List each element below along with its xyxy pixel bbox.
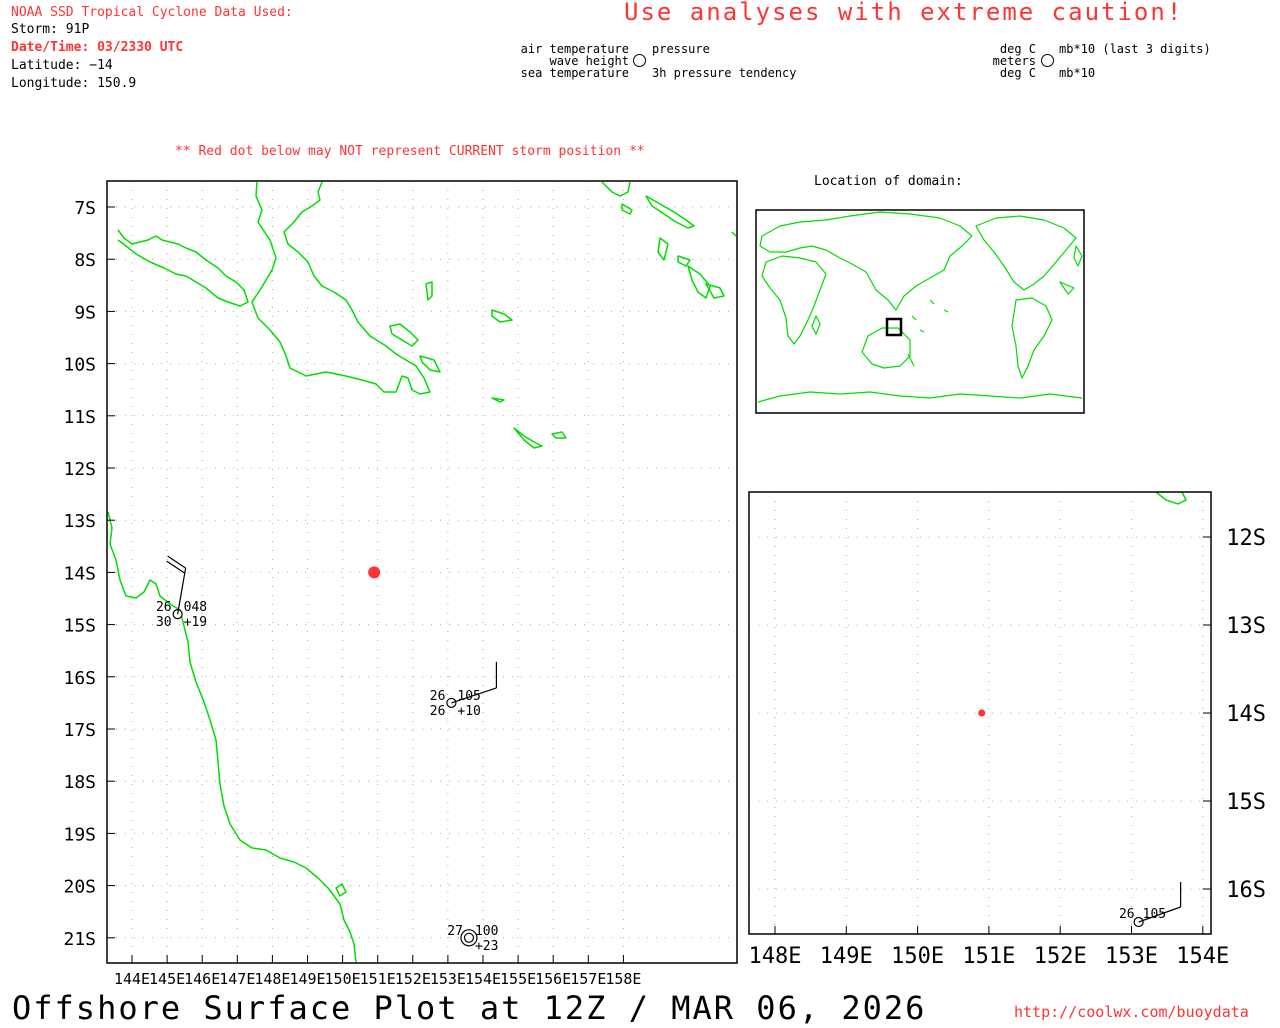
- zoom-lon-tick-label: 152E: [1034, 944, 1087, 969]
- lat-tick-label: 7S: [74, 198, 96, 219]
- lat-tick-label: 9S: [74, 302, 96, 323]
- lon-tick-label: 147E: [219, 970, 255, 988]
- zoom-lat-tick-label: 12S: [1226, 526, 1266, 551]
- storm-position-marker: [368, 566, 381, 579]
- station-plot: 2626 105+10: [430, 661, 498, 719]
- zoom-lat-tick-label: 13S: [1226, 614, 1266, 639]
- station-pressure: 105: [457, 689, 480, 704]
- station-tendency: +19: [184, 615, 207, 630]
- zoom-station-air-temp: 26: [1119, 907, 1135, 922]
- lon-tick-label: 152E: [395, 970, 431, 988]
- lat-tick-label: 14S: [63, 563, 96, 584]
- zoom-map: 148E 149E 150E 151E 152E 153E 154E 12S 13S 14S 15…: [748, 491, 1266, 969]
- lat-tick-label: 11S: [63, 407, 96, 428]
- zoom-lat-tick-label: 15S: [1226, 790, 1266, 815]
- lon-tick-label: 158E: [605, 970, 641, 988]
- lon-tick-label: 144E: [114, 970, 150, 988]
- lat-tick-label: 19S: [63, 824, 96, 845]
- lat-tick-label: 21S: [63, 929, 96, 950]
- zoom-lon-tick-label: 148E: [749, 944, 802, 969]
- lon-tick-label: 149E: [289, 970, 325, 988]
- lat-tick-label: 15S: [63, 616, 96, 637]
- lat-tick-label: 13S: [63, 511, 96, 532]
- zoom-coastline: [1155, 491, 1188, 505]
- lat-tick-label: 17S: [63, 720, 96, 741]
- zoom-lon-tick-label: 151E: [962, 944, 1015, 969]
- zoom-storm-marker: [978, 709, 986, 717]
- lat-tick-label: 20S: [63, 877, 96, 898]
- station-tendency: +10: [457, 704, 480, 719]
- station-pressure: 048: [184, 600, 207, 615]
- zoom-lon-tick-label: 149E: [820, 944, 873, 969]
- lon-tick-label: 151E: [360, 970, 396, 988]
- zoom-lat-tick-label: 16S: [1226, 878, 1266, 903]
- lat-tick-label: 10S: [63, 355, 96, 376]
- lon-tick-label: 154E: [465, 970, 501, 988]
- station-air-temp: 27: [447, 924, 463, 939]
- lon-tick-label: 145E: [149, 970, 185, 988]
- wind-barb-feather: [166, 560, 185, 574]
- lon-tick-label: 148E: [254, 970, 290, 988]
- lon-tick-label: 156E: [535, 970, 571, 988]
- wind-barb-feather: [167, 555, 186, 569]
- lat-tick-label: 8S: [74, 250, 96, 271]
- lon-tick-label: 153E: [430, 970, 466, 988]
- lon-tick-label: 150E: [325, 970, 361, 988]
- zoom-stations: 26 105: [1119, 882, 1182, 928]
- zoom-lon-tick-label: 154E: [1176, 944, 1229, 969]
- zoom-lon-axis: 148E 149E 150E 151E 152E 153E 154E: [749, 926, 1229, 969]
- zoom-station-pressure: 105: [1143, 907, 1166, 922]
- station-air-temp: 26: [430, 689, 446, 704]
- zoom-lon-tick-label: 153E: [1105, 944, 1158, 969]
- station-air-temp: 26: [156, 600, 172, 615]
- lat-tick-label: 18S: [63, 772, 96, 793]
- zoom-lat-axis: 12S 13S 14S 15S 16S: [1203, 526, 1266, 903]
- lat-tick-label: 12S: [63, 459, 96, 480]
- station-plot: 27 100+23: [447, 924, 498, 954]
- station-tendency: +23: [475, 939, 498, 954]
- station-sea-temp: 30: [156, 615, 172, 630]
- main-grid: [107, 181, 737, 963]
- zoom-lat-tick-label: 14S: [1226, 702, 1266, 727]
- location-inset: [755, 209, 1085, 414]
- main-stations: 2630048+192626105+1027 100+23: [156, 555, 498, 954]
- zoom-station-plot: 26 105: [1119, 882, 1182, 928]
- station-sea-temp: 26: [430, 704, 446, 719]
- station-circle: [463, 932, 475, 943]
- map-canvas: 144E145E146E147E148E149E150E151E152E153E…: [63, 180, 1266, 988]
- main-lon-axis: 144E145E146E147E148E149E150E151E152E153E…: [114, 955, 641, 988]
- lon-tick-label: 157E: [570, 970, 606, 988]
- main-map: 144E145E146E147E148E149E150E151E152E153E…: [63, 180, 738, 988]
- lat-tick-label: 16S: [63, 668, 96, 689]
- zoom-lon-tick-label: 150E: [891, 944, 944, 969]
- station-pressure: 100: [475, 924, 498, 939]
- lon-tick-label: 155E: [500, 970, 536, 988]
- lon-tick-label: 146E: [184, 970, 220, 988]
